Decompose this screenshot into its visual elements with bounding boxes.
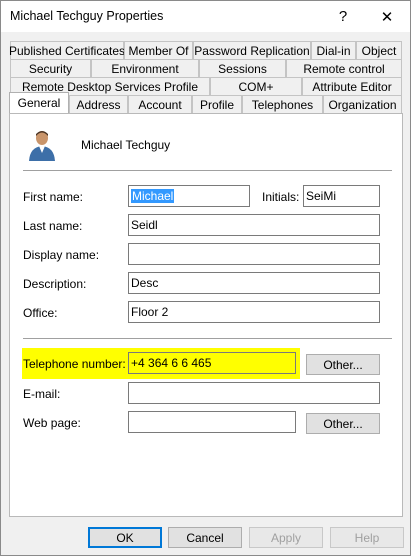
divider (23, 338, 392, 339)
webpage-field[interactable] (128, 411, 296, 433)
tab-organization[interactable]: Organization (323, 95, 402, 113)
display-name-label: Display name: (23, 248, 100, 262)
tab-security[interactable]: Security (10, 59, 91, 77)
help-button[interactable]: Help (330, 527, 404, 548)
telephone-field[interactable]: +4 364 6 6 465 (128, 352, 296, 374)
tab-password-replication[interactable]: Password Replication (193, 41, 311, 59)
general-panel: Michael Techguy First name: Michael Init… (9, 113, 403, 517)
tab-member-of[interactable]: Member Of (124, 41, 193, 59)
tab-general[interactable]: General (9, 92, 69, 113)
webpage-other-button[interactable]: Other... (306, 413, 380, 434)
divider (23, 170, 392, 171)
help-icon[interactable]: ? (321, 1, 365, 32)
description-label: Description: (23, 277, 87, 291)
tab-profile[interactable]: Profile (192, 95, 242, 113)
first-name-label: First name: (23, 190, 84, 204)
close-icon[interactable]: ✕ (365, 1, 409, 32)
initials-label: Initials: (262, 190, 300, 204)
last-name-field[interactable]: Seidl (128, 214, 380, 236)
office-label: Office: (23, 306, 58, 320)
display-name-field[interactable] (128, 243, 380, 265)
ok-button[interactable]: OK (88, 527, 162, 548)
tab-dial-in[interactable]: Dial-in (311, 41, 356, 59)
tab-environment[interactable]: Environment (91, 59, 199, 77)
first-name-value: Michael (131, 189, 175, 203)
office-field[interactable]: Floor 2 (128, 301, 380, 323)
window-title: Michael Techguy Properties (10, 9, 164, 23)
tab-telephones[interactable]: Telephones (242, 95, 323, 113)
description-field[interactable]: Desc (128, 272, 380, 294)
user-display-name: Michael Techguy (81, 138, 171, 152)
telephone-other-button[interactable]: Other... (306, 354, 380, 375)
telephone-label: Telephone number: (23, 357, 126, 371)
webpage-label: Web page: (23, 416, 81, 430)
first-name-field[interactable]: Michael (128, 185, 250, 207)
last-name-label: Last name: (23, 219, 83, 233)
initials-field[interactable]: SeiMi (303, 185, 380, 207)
tab-account[interactable]: Account (128, 95, 192, 113)
tab-remote-control[interactable]: Remote control (286, 59, 402, 77)
tab-object[interactable]: Object (356, 41, 402, 59)
user-icon (29, 131, 55, 161)
cancel-button[interactable]: Cancel (168, 527, 242, 548)
properties-dialog: Michael Techguy Properties ? ✕ Published… (0, 0, 411, 556)
tab-com-plus[interactable]: COM+ (210, 77, 302, 95)
tab-attribute-editor[interactable]: Attribute Editor (302, 77, 402, 95)
email-label: E-mail: (23, 387, 61, 401)
tab-published-certificates[interactable]: Published Certificates (9, 41, 125, 59)
email-field[interactable] (128, 382, 380, 404)
tab-sessions[interactable]: Sessions (199, 59, 286, 77)
tab-address[interactable]: Address (69, 95, 128, 113)
apply-button[interactable]: Apply (249, 527, 323, 548)
title-bar: Michael Techguy Properties ? ✕ (1, 1, 410, 32)
